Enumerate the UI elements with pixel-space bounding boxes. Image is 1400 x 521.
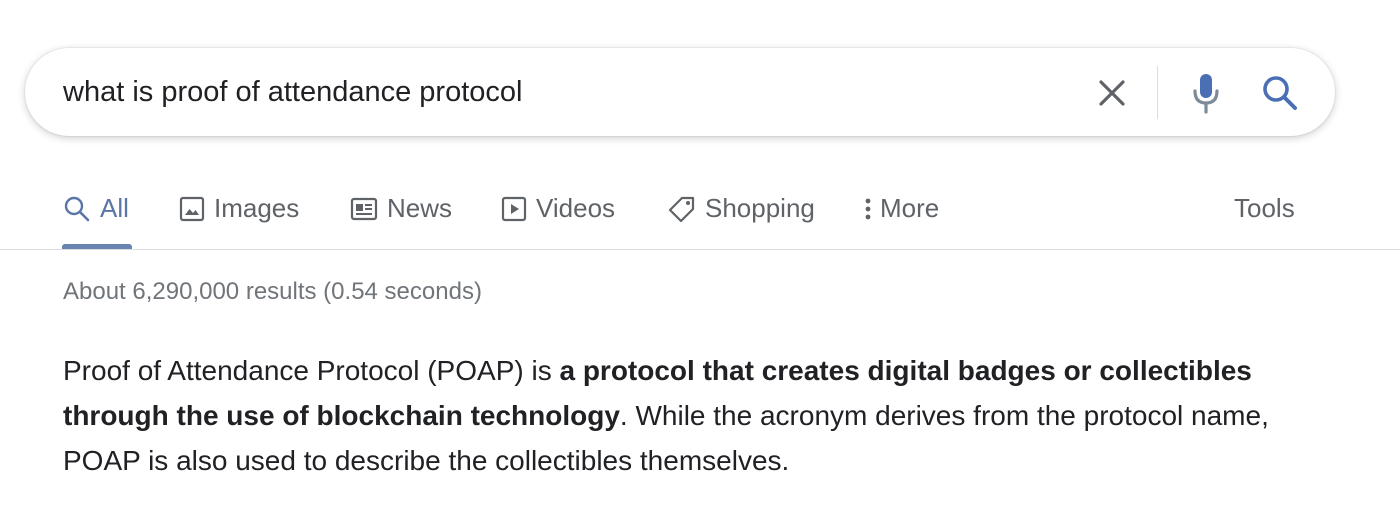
result-stats: About 6,290,000 results (0.54 seconds) [63, 278, 482, 305]
tag-icon [668, 195, 696, 223]
featured-snippet: Proof of Attendance Protocol (POAP) is a… [63, 348, 1323, 483]
tab-label: More [880, 193, 940, 223]
search-box-divider [1157, 66, 1158, 119]
voice-search-button[interactable] [1185, 70, 1227, 116]
tab-images[interactable]: Images [179, 193, 299, 224]
search-submit-button[interactable] [1259, 72, 1301, 114]
search-input[interactable] [63, 70, 1063, 114]
snippet-text: Proof of Attendance Protocol (POAP) is [63, 355, 560, 386]
search-tabs: All Images News Videos Shopping More Too… [0, 180, 1400, 250]
tab-label: All [100, 193, 129, 223]
tools-label: Tools [1234, 193, 1295, 223]
close-icon [1099, 80, 1125, 106]
news-icon [350, 196, 378, 222]
tab-label: Images [214, 193, 300, 223]
tab-label: News [387, 193, 453, 223]
image-icon [179, 196, 205, 222]
tab-more[interactable]: More [864, 193, 939, 224]
tab-label: Shopping [705, 193, 815, 223]
tab-label: Videos [536, 193, 616, 223]
tab-news[interactable]: News [350, 193, 452, 224]
tab-all[interactable]: All [63, 193, 129, 224]
tabs-divider [0, 249, 1400, 250]
search-box[interactable] [25, 48, 1335, 136]
tab-videos[interactable]: Videos [501, 193, 615, 224]
play-icon [501, 196, 527, 222]
tools-button[interactable]: Tools [1234, 193, 1295, 224]
kebab-vertical-icon [864, 196, 872, 222]
search-icon [1263, 76, 1297, 110]
search-icon [63, 195, 91, 223]
microphone-icon [1193, 74, 1219, 114]
clear-search-button[interactable] [1091, 72, 1133, 114]
search-results-page: All Images News [0, 0, 1400, 521]
tab-shopping[interactable]: Shopping [668, 193, 815, 224]
